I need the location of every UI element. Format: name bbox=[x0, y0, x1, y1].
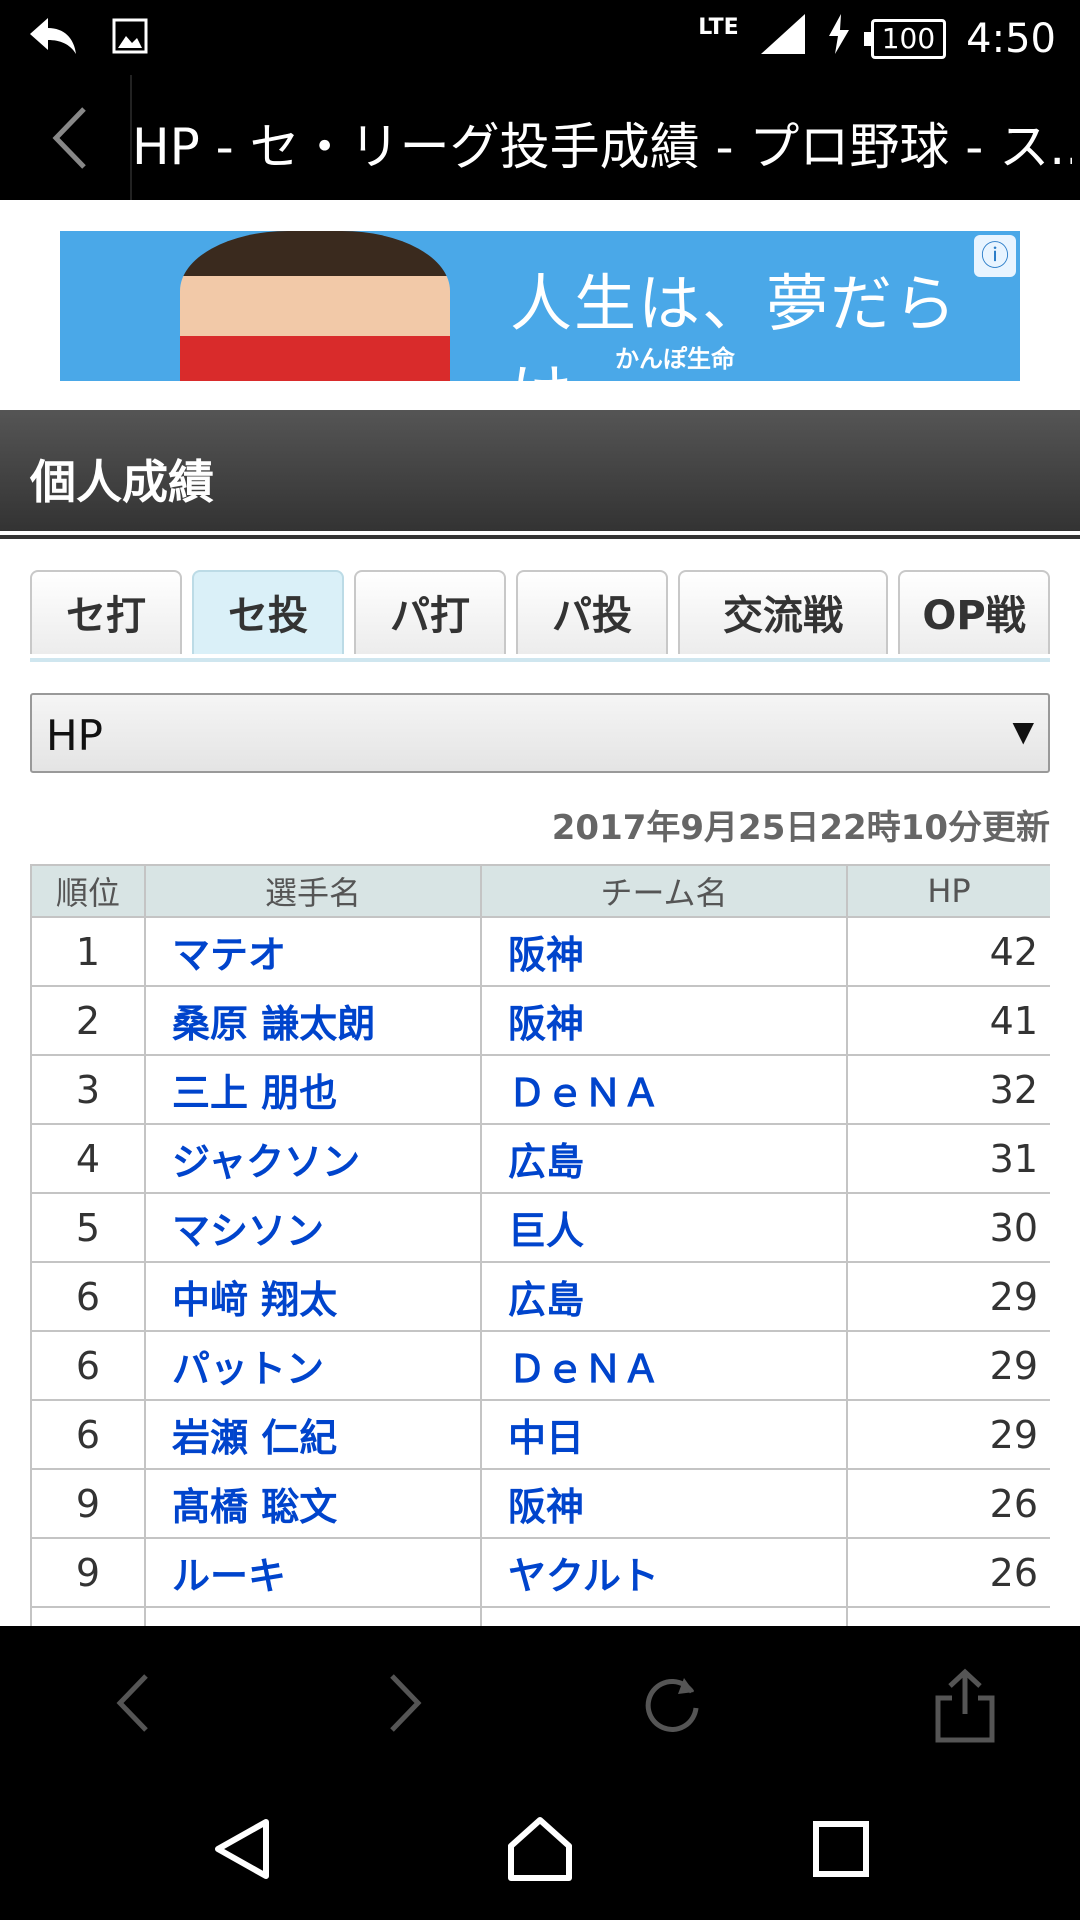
table-row: 5 マシソン 巨人 30 bbox=[30, 1192, 1050, 1263]
tab-open-games[interactable]: OP戦 bbox=[898, 570, 1050, 654]
category-tabs: セ打 セ投 パ打 パ投 交流戦 OP戦 bbox=[30, 570, 1050, 662]
updated-timestamp: 2017年9月25日22時10分更新 bbox=[551, 808, 1050, 848]
team-link[interactable]: 中日 bbox=[480, 1399, 848, 1470]
player-link[interactable]: ルーキ bbox=[144, 1537, 482, 1608]
tab-se-pitching[interactable]: セ投 bbox=[192, 570, 344, 654]
value-cell bbox=[846, 1606, 1050, 1626]
player-link[interactable]: 岩瀬 仁紀 bbox=[144, 1399, 482, 1470]
rank-cell: 9 bbox=[30, 1537, 146, 1608]
header-value: HP bbox=[846, 864, 1050, 918]
header-player: 選手名 bbox=[144, 864, 482, 918]
table-row: 6 岩瀬 仁紀 中日 29 bbox=[30, 1399, 1050, 1470]
clock: 4:50 bbox=[966, 16, 1056, 62]
table-row bbox=[30, 1606, 1050, 1626]
ranking-table: 順位 選手名 チーム名 HP 1 マテオ 阪神 42 2 桑原 謙太朗 阪神 4… bbox=[30, 864, 1050, 1626]
ad-brand: かんぽ生命 bbox=[615, 345, 735, 373]
back-icon[interactable] bbox=[100, 1668, 170, 1738]
tab-pa-batting[interactable]: パ打 bbox=[354, 570, 506, 654]
value-cell: 26 bbox=[846, 1537, 1050, 1608]
value-cell: 31 bbox=[846, 1123, 1050, 1194]
player-link[interactable]: パットン bbox=[144, 1330, 482, 1401]
team-link[interactable]: ヤクルト bbox=[480, 1537, 848, 1608]
ad-person-image bbox=[180, 231, 450, 381]
tab-se-batting[interactable]: セ打 bbox=[30, 570, 182, 654]
value-cell: 29 bbox=[846, 1330, 1050, 1401]
rank-cell: 2 bbox=[30, 985, 146, 1056]
network-type: LTE bbox=[698, 14, 739, 40]
charging-icon bbox=[827, 14, 851, 64]
value-cell: 29 bbox=[846, 1261, 1050, 1332]
player-link[interactable]: ジャクソン bbox=[144, 1123, 482, 1194]
player-link[interactable]: 三上 朋也 bbox=[144, 1054, 482, 1125]
player-link[interactable] bbox=[144, 1606, 482, 1626]
back-triangle-icon[interactable] bbox=[206, 1812, 280, 1886]
player-link[interactable]: 桑原 謙太朗 bbox=[144, 985, 482, 1056]
back-arrow-icon[interactable] bbox=[40, 103, 100, 173]
rank-cell: 5 bbox=[30, 1192, 146, 1263]
reload-icon[interactable] bbox=[638, 1668, 708, 1738]
table-row: 9 ルーキ ヤクルト 26 bbox=[30, 1537, 1050, 1608]
team-link[interactable]: ＤｅＮＡ bbox=[480, 1054, 848, 1125]
rank-cell bbox=[30, 1606, 146, 1626]
rank-cell: 4 bbox=[30, 1123, 146, 1194]
rank-cell: 9 bbox=[30, 1468, 146, 1539]
dropdown-arrow-icon: ▼ bbox=[1012, 715, 1034, 748]
rank-cell: 1 bbox=[30, 916, 146, 987]
stat-select-value: HP bbox=[46, 711, 103, 760]
player-link[interactable]: 髙橋 聡文 bbox=[144, 1468, 482, 1539]
team-link[interactable]: 広島 bbox=[480, 1123, 848, 1194]
rank-cell: 6 bbox=[30, 1261, 146, 1332]
table-row: 2 桑原 謙太朗 阪神 41 bbox=[30, 985, 1050, 1056]
rank-cell: 6 bbox=[30, 1399, 146, 1470]
share-icon[interactable] bbox=[930, 1668, 1000, 1743]
player-link[interactable]: マテオ bbox=[144, 916, 482, 987]
rank-cell: 3 bbox=[30, 1054, 146, 1125]
table-row: 6 中﨑 翔太 広島 29 bbox=[30, 1261, 1050, 1332]
table-row: 9 髙橋 聡文 阪神 26 bbox=[30, 1468, 1050, 1539]
tab-pa-pitching[interactable]: パ投 bbox=[516, 570, 668, 654]
battery-indicator: 100 bbox=[863, 19, 947, 59]
value-cell: 32 bbox=[846, 1054, 1050, 1125]
table-header-row: 順位 選手名 チーム名 HP bbox=[30, 864, 1050, 918]
image-icon bbox=[112, 18, 148, 58]
header-rank: 順位 bbox=[30, 864, 146, 918]
player-link[interactable]: 中﨑 翔太 bbox=[144, 1261, 482, 1332]
ad-slogan: 人生は、夢だらけ。 bbox=[510, 267, 959, 381]
section-header: 個人成績 bbox=[0, 410, 1080, 535]
value-cell: 30 bbox=[846, 1192, 1050, 1263]
title-bar: HP - セ・リーグ投手成績 - プロ野球 - ス... bbox=[0, 75, 1080, 200]
player-link[interactable]: マシソン bbox=[144, 1192, 482, 1263]
value-cell: 42 bbox=[846, 916, 1050, 987]
table-row: 6 パットン ＤｅＮＡ 29 bbox=[30, 1330, 1050, 1401]
team-link[interactable]: 阪神 bbox=[480, 916, 848, 987]
team-link[interactable]: 巨人 bbox=[480, 1192, 848, 1263]
team-link[interactable]: 広島 bbox=[480, 1261, 848, 1332]
status-bar: LTE 100 4:50 bbox=[0, 0, 1080, 75]
home-icon[interactable] bbox=[503, 1812, 577, 1886]
stat-select[interactable]: HP ▼ bbox=[30, 693, 1050, 773]
ad-info-icon[interactable]: ⓘ bbox=[974, 235, 1016, 277]
table-row: 3 三上 朋也 ＤｅＮＡ 32 bbox=[30, 1054, 1050, 1125]
team-link[interactable] bbox=[480, 1606, 848, 1626]
section-title: 個人成績 bbox=[30, 455, 214, 509]
rank-cell: 6 bbox=[30, 1330, 146, 1401]
table-row: 1 マテオ 阪神 42 bbox=[30, 916, 1050, 987]
tab-interleague[interactable]: 交流戦 bbox=[678, 570, 888, 654]
system-navigation-bar bbox=[0, 1776, 1080, 1920]
header-team: チーム名 bbox=[480, 864, 848, 918]
team-link[interactable]: 阪神 bbox=[480, 1468, 848, 1539]
value-cell: 26 bbox=[846, 1468, 1050, 1539]
table-row: 4 ジャクソン 広島 31 bbox=[30, 1123, 1050, 1194]
value-cell: 41 bbox=[846, 985, 1050, 1056]
page-title: HP - セ・リーグ投手成績 - プロ野球 - ス... bbox=[132, 118, 1072, 176]
browser-toolbar bbox=[0, 1626, 1080, 1776]
forward-icon[interactable] bbox=[368, 1668, 438, 1738]
signal-icon bbox=[759, 12, 807, 66]
team-link[interactable]: ＤｅＮＡ bbox=[480, 1330, 848, 1401]
team-link[interactable]: 阪神 bbox=[480, 985, 848, 1056]
reply-icon bbox=[28, 14, 78, 62]
recents-icon[interactable] bbox=[804, 1812, 878, 1886]
ad-banner[interactable]: 人生は、夢だらけ。 かんぽ生命 ⓘ bbox=[60, 231, 1020, 381]
value-cell: 29 bbox=[846, 1399, 1050, 1470]
